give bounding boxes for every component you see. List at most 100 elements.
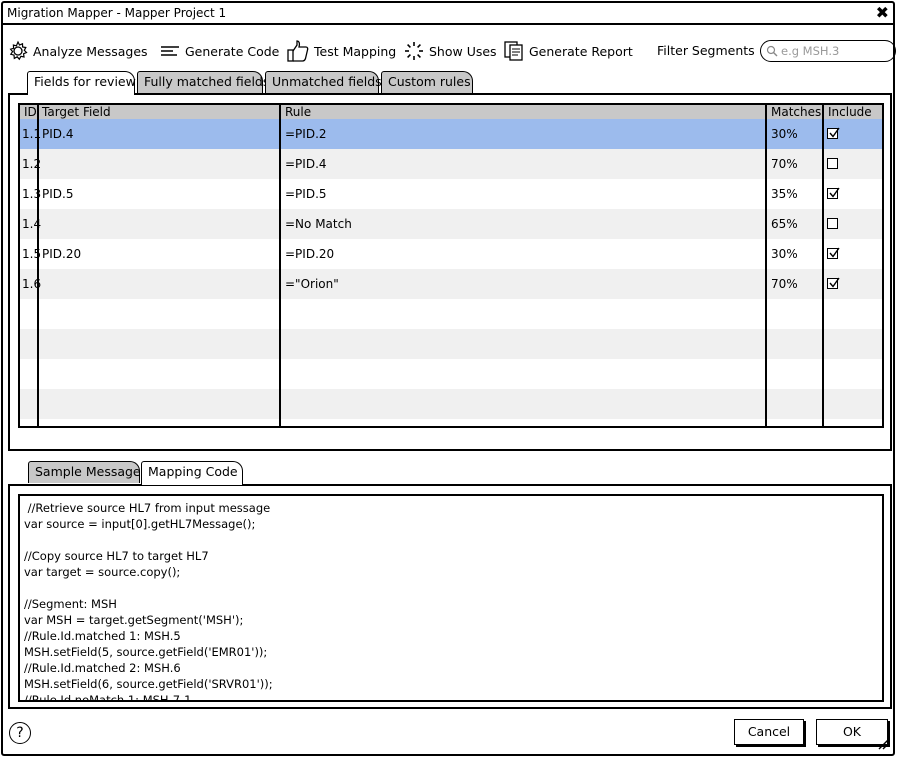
cell-target: PID.4 [42, 127, 74, 141]
top-tab-bar: Fields for review Fully matched fields U… [27, 71, 487, 95]
cell-matches: 70% [771, 277, 798, 291]
header-target-field[interactable]: Target Field [40, 105, 111, 119]
tab-fields-for-review[interactable]: Fields for review [27, 71, 136, 95]
header-rule[interactable]: Rule [283, 105, 311, 119]
tab-label: Custom rules [388, 74, 471, 89]
mapper-window: Migration Mapper - Mapper Project 1 ✖ An… [1, 1, 896, 756]
include-checkbox[interactable] [827, 277, 840, 289]
column-divider [765, 105, 767, 426]
cell-target [40, 209, 42, 239]
tab-label: Sample Message [35, 464, 141, 479]
resize-grip-icon[interactable] [877, 738, 889, 750]
generate-code-button[interactable]: Generate Code [159, 37, 279, 65]
test-mapping-button[interactable]: Test Mapping [286, 37, 396, 65]
include-checkbox[interactable] [827, 218, 838, 229]
cell-rule: =PID.20 [285, 247, 335, 261]
thumbs-up-icon [287, 40, 309, 62]
code-panel: //Retrieve source HL7 from input message… [8, 484, 892, 709]
table-row[interactable]: 1.5 PID.20 =PID.20 30% [20, 239, 882, 269]
show-uses-button[interactable]: Show Uses [403, 37, 497, 65]
include-checkbox[interactable] [827, 247, 840, 259]
table-row[interactable]: 1.1 PID.4 =PID.2 30% [20, 119, 882, 149]
analyze-label: Analyze Messages [33, 43, 148, 59]
code-line: //Retrieve source HL7 from input message [24, 501, 271, 515]
code-line: //Rule.Id.matched 1: MSH.5 [24, 629, 181, 643]
code-line: MSH.setField(6, source.getField('SRVR01'… [24, 677, 273, 691]
table-row[interactable]: 1.2 =PID.4 70% [20, 149, 882, 179]
checkmark-icon [829, 127, 840, 138]
cell-target: PID.20 [42, 247, 82, 261]
code-line: var source = input[0].getHL7Message(); [24, 517, 256, 531]
cell-matches: 35% [771, 187, 798, 201]
cell-target: PID.5 [42, 187, 74, 201]
gear-icon [9, 40, 28, 61]
tab-label: Fully matched fields [144, 74, 270, 89]
cell-matches: 30% [771, 127, 798, 141]
tab-label: Mapping Code [148, 464, 238, 479]
include-checkbox[interactable] [827, 187, 840, 199]
cell-matches: 65% [771, 217, 798, 231]
tab-fully-matched-fields[interactable]: Fully matched fields [137, 71, 269, 93]
search-icon [766, 45, 778, 57]
cell-matches: 70% [771, 157, 798, 171]
cell-target [40, 149, 42, 179]
code-line: MSH.setField(5, source.getField('EMR01')… [24, 645, 268, 659]
table-row[interactable]: 1.4 =No Match 65% [20, 209, 882, 239]
code-line: //Copy source HL7 to target HL7 [24, 549, 209, 563]
fields-table: ID Target Field Rule Matches Include 1.1… [18, 103, 884, 428]
toolbar: Analyze Messages Generate Code Test Mapp… [7, 37, 896, 65]
cell-rule: =No Match [285, 217, 352, 231]
tab-sample-message[interactable]: Sample Message [28, 461, 141, 483]
tab-label: Fields for review [34, 74, 136, 89]
checkmark-icon [829, 247, 840, 258]
text-lines-icon [161, 46, 179, 56]
header-include[interactable]: Include [826, 105, 872, 119]
mapping-code-editor[interactable]: //Retrieve source HL7 from input message… [18, 494, 884, 702]
tab-custom-rules[interactable]: Custom rules [381, 71, 473, 93]
help-icon[interactable]: ? [9, 722, 31, 744]
empty-table-row [20, 389, 882, 419]
close-icon[interactable]: ✖ [876, 3, 889, 23]
show-uses-label: Show Uses [429, 43, 497, 59]
header-matches[interactable]: Matches [769, 105, 821, 119]
report-icon [504, 41, 523, 61]
cell-matches: 30% [771, 247, 798, 261]
tab-unmatched-fields[interactable]: Unmatched fields [265, 71, 382, 93]
table-row[interactable]: 1.3 PID.5 =PID.5 35% [20, 179, 882, 209]
checkmark-icon [829, 277, 840, 288]
title-bar: Migration Mapper - Mapper Project 1 ✖ [3, 3, 893, 25]
empty-table-row [20, 299, 882, 329]
tab-mapping-code[interactable]: Mapping Code [141, 461, 243, 485]
column-divider [37, 105, 39, 426]
filter-segments-input[interactable]: e.g MSH.3 [760, 40, 896, 62]
column-divider [822, 105, 824, 426]
table-row[interactable]: 1.6 ="Orion" 70% [20, 269, 882, 299]
include-checkbox[interactable] [827, 158, 838, 169]
cell-rule: ="Orion" [285, 277, 339, 291]
analyze-messages-button[interactable]: Analyze Messages [7, 37, 148, 65]
test-mapping-label: Test Mapping [314, 43, 397, 59]
include-checkbox[interactable] [827, 127, 840, 139]
code-line: //Rule.Id.noMatch 1: MSH-7-1 [24, 693, 192, 702]
filter-placeholder: e.g MSH.3 [781, 44, 840, 58]
checkmark-icon [829, 187, 840, 198]
generate-report-label: Generate Report [529, 43, 633, 59]
fields-panel: ID Target Field Rule Matches Include 1.1… [8, 93, 892, 451]
code-line: var MSH = target.getSegment('MSH'); [24, 613, 244, 627]
generate-report-button[interactable]: Generate Report [503, 37, 633, 65]
cell-target [40, 269, 42, 299]
empty-table-row [20, 329, 882, 359]
generate-code-label: Generate Code [185, 43, 280, 59]
code-line: var target = source.copy(); [24, 565, 181, 579]
header-id[interactable]: ID [22, 105, 37, 119]
cancel-button[interactable]: Cancel [734, 719, 804, 745]
bottom-tab-bar: Sample Message Mapping Code [28, 461, 258, 485]
cell-rule: =PID.5 [285, 187, 327, 201]
tab-label: Unmatched fields [272, 74, 382, 89]
column-divider [279, 105, 281, 426]
cell-rule: =PID.2 [285, 127, 327, 141]
code-line: //Segment: MSH [24, 597, 117, 611]
code-line: //Rule.Id.matched 2: MSH.6 [24, 661, 181, 675]
